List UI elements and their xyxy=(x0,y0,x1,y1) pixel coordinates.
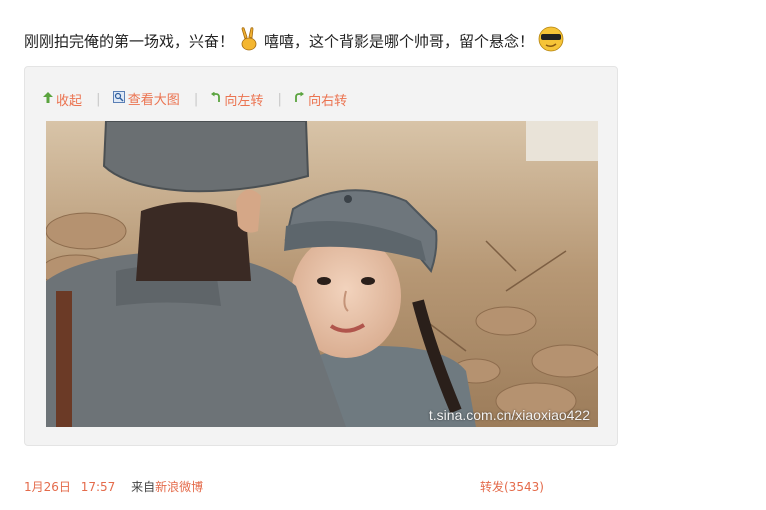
post-photo[interactable]: t.sina.com.cn/xiaoxiao422 xyxy=(46,121,598,427)
toolbar-separator: | xyxy=(193,91,199,107)
post-date[interactable]: 1月26日 xyxy=(24,480,71,494)
repost-link[interactable]: 转发(3543) xyxy=(480,478,544,495)
victory-hand-emoji-icon xyxy=(238,27,260,57)
cool-sunglasses-emoji-icon xyxy=(538,26,564,58)
rotate-right-icon xyxy=(294,91,305,107)
view-large-image-button[interactable]: 查看大图 xyxy=(112,89,180,108)
magnify-image-icon xyxy=(112,90,125,107)
rotate-left-button[interactable]: 向左转 xyxy=(210,90,263,109)
collapse-button[interactable]: 收起 xyxy=(43,90,82,109)
post-text-part2: 嘻嘻，这个背影是哪个帅哥，留个悬念！ xyxy=(264,32,535,51)
media-preview-panel: 收起 | 查看大图 | 向左转 | 向右转 t.sina.com.cn/xiao… xyxy=(24,66,618,446)
post-time[interactable]: 17:57 xyxy=(81,480,116,494)
post-footer: 1月26日 17:57 来自新浪微博 转发(3543) xyxy=(24,478,584,495)
rotate-right-button[interactable]: 向右转 xyxy=(294,90,347,109)
post-text-part1: 刚刚拍完俺的第一场戏，兴奋！ xyxy=(24,32,235,51)
arrow-up-icon xyxy=(43,91,53,107)
rotate-right-label: 向右转 xyxy=(308,93,348,109)
toolbar-separator: | xyxy=(277,91,282,107)
image-toolbar: 收起 | 查看大图 | 向左转 | 向右转 xyxy=(43,89,355,109)
toolbar-separator: | xyxy=(96,91,101,107)
collapse-label: 收起 xyxy=(56,93,83,109)
post-text: 刚刚拍完俺的第一场戏，兴奋！ 嘻嘻，这个背影是哪个帅哥，留个悬念！ xyxy=(24,26,568,58)
source-prefix: 来自 xyxy=(131,480,156,494)
source-link[interactable]: 新浪微博 xyxy=(155,480,203,494)
rotate-left-label: 向左转 xyxy=(224,93,264,109)
view-large-label: 查看大图 xyxy=(127,93,180,108)
rotate-left-icon xyxy=(210,91,221,107)
photo-scene xyxy=(46,121,598,427)
photo-watermark: t.sina.com.cn/xiaoxiao422 xyxy=(428,407,590,423)
